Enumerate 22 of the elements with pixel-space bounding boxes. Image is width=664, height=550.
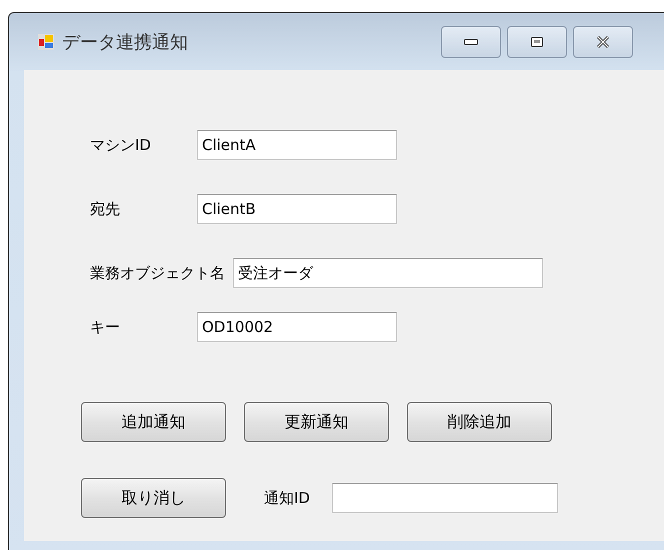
close-icon (596, 36, 610, 48)
field-label: 通知ID (264, 488, 310, 508)
text-field[interactable]: 受注オーダ (233, 258, 543, 288)
text-field[interactable]: OD10002 (197, 312, 397, 342)
minimize-button[interactable] (441, 26, 501, 58)
field-label: 業務オブジェクト名 (90, 264, 225, 282)
field-label: キー (90, 318, 121, 336)
action-button[interactable]: 削除追加 (407, 402, 552, 442)
action-button[interactable]: 追加通知 (81, 402, 226, 442)
action-button[interactable]: 更新通知 (244, 402, 389, 442)
close-button[interactable] (573, 26, 633, 58)
field-label: マシンID (90, 136, 152, 154)
restore-icon (531, 36, 543, 46)
maximize-button[interactable] (507, 26, 567, 58)
text-field[interactable] (332, 483, 558, 513)
text-field[interactable]: ClientA (197, 130, 397, 160)
field-label: 宛先 (90, 200, 121, 218)
minimize-icon (464, 38, 478, 44)
text-field[interactable]: ClientB (197, 194, 397, 224)
cancel-button[interactable]: 取り消し (81, 478, 226, 518)
app-icon (38, 34, 54, 50)
window-title: データ連携通知 (62, 30, 188, 54)
